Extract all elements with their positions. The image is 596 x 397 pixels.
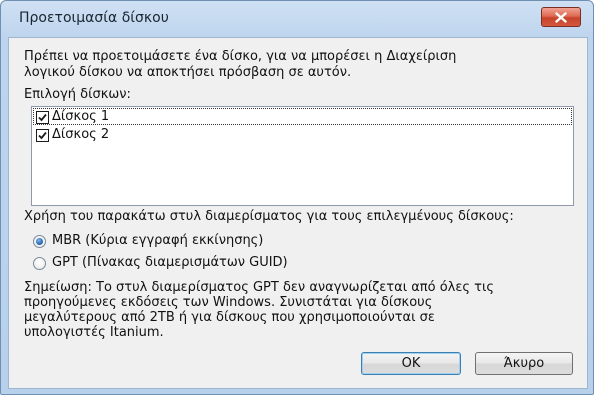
mbr-radio[interactable] bbox=[33, 234, 46, 248]
intro-text-line-1: Πρέπει να προετοιμάσετε ένα δίσκο, για ν… bbox=[24, 49, 457, 64]
list-item-focus-outline bbox=[33, 108, 572, 125]
title-bar[interactable]: Προετοιμασία δίσκου bbox=[1, 1, 593, 37]
close-icon bbox=[555, 8, 567, 27]
ok-button[interactable]: OK bbox=[361, 352, 461, 375]
disk-selection-label: Επιλογή δίσκων: bbox=[24, 87, 131, 102]
cancel-button[interactable]: Άκυρο bbox=[475, 352, 573, 375]
gpt-radio[interactable] bbox=[33, 256, 46, 270]
note-line-1: Σημείωση: Το στυλ διαμερίσματος GPT δεν … bbox=[24, 280, 495, 295]
note-line-4: υπολογιστές Itanium. bbox=[24, 325, 164, 340]
list-item-disk-2[interactable]: Δίσκος 2 bbox=[36, 127, 109, 143]
checkmark-icon bbox=[38, 113, 47, 121]
disk-1-label: Δίσκος 1 bbox=[52, 109, 110, 124]
disk-2-label: Δίσκος 2 bbox=[52, 127, 110, 142]
note-line-2: προηγούμενες εκδόσεις των Windows. Συνισ… bbox=[24, 295, 433, 310]
close-button[interactable] bbox=[541, 7, 581, 27]
dialog-title: Προετοιμασία δίσκου bbox=[19, 10, 169, 26]
intro-text-line-2: λογικού δίσκου να αποκτήσει πρόσβαση σε … bbox=[24, 65, 352, 80]
disk-list[interactable]: Δίσκος 1 Δίσκος 2 bbox=[31, 106, 574, 206]
gpt-option[interactable]: GPT (Πίνακας διαμερισμάτων GUID) bbox=[33, 255, 288, 271]
checkmark-icon bbox=[38, 131, 47, 139]
note-line-3: μεγαλύτερους από 2TB ή για δίσκους που χ… bbox=[24, 310, 435, 325]
gpt-option-label: GPT (Πίνακας διαμερισμάτων GUID) bbox=[52, 255, 288, 270]
dialog-body: Πρέπει να προετοιμάσετε ένα δίσκο, για ν… bbox=[8, 37, 588, 389]
disk-1-checkbox[interactable] bbox=[36, 110, 49, 124]
partition-style-label: Χρήση του παρακάτω στυλ διαμερίσματος γι… bbox=[24, 209, 514, 224]
list-item-disk-1[interactable]: Δίσκος 1 bbox=[36, 109, 109, 125]
dialog-window: Προετοιμασία δίσκου Πρέπει να προετοιμάσ… bbox=[0, 0, 594, 395]
mbr-option[interactable]: MBR (Κύρια εγγραφή εκκίνησης) bbox=[33, 233, 263, 249]
mbr-option-label: MBR (Κύρια εγγραφή εκκίνησης) bbox=[52, 233, 264, 248]
disk-2-checkbox[interactable] bbox=[36, 128, 49, 142]
